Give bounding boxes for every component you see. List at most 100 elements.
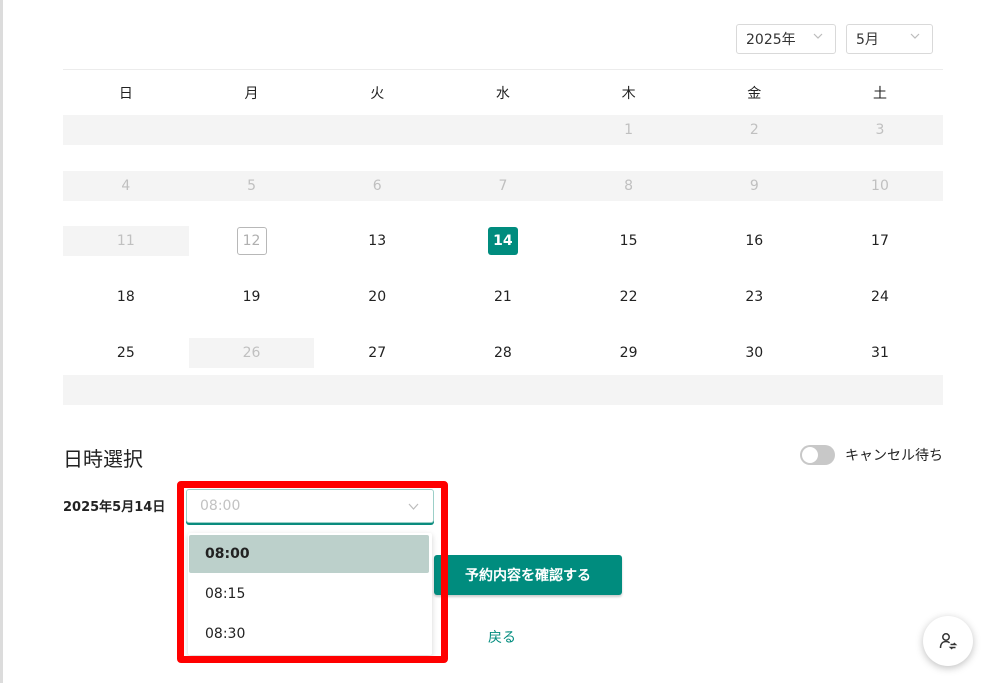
calendar-day[interactable]: 19 bbox=[189, 282, 315, 312]
calendar-day[interactable]: 20 bbox=[314, 282, 440, 312]
calendar-week-row: 25 26 27 28 29 30 31 bbox=[63, 338, 943, 368]
calendar-day-number: 16 bbox=[745, 233, 764, 249]
time-option[interactable]: 08:00 bbox=[189, 535, 429, 573]
calendar-day-number bbox=[488, 116, 518, 144]
calendar-day: 10 bbox=[817, 171, 943, 201]
calendar-day[interactable]: 15 bbox=[566, 226, 692, 256]
calendar-day[interactable]: 17 bbox=[817, 226, 943, 256]
calendar-day-number bbox=[111, 116, 141, 144]
calendar-day[interactable]: 30 bbox=[691, 338, 817, 368]
calendar-week-row: 18 19 20 21 22 23 24 bbox=[63, 282, 943, 312]
calendar-day: 5 bbox=[188, 171, 315, 201]
calendar-day-number: 13 bbox=[368, 233, 387, 249]
calendar-day[interactable]: 29 bbox=[566, 338, 692, 368]
left-edge-border bbox=[0, 0, 3, 683]
weekday-label: 金 bbox=[747, 85, 762, 102]
calendar-day-number: 28 bbox=[493, 345, 512, 361]
calendar-day: 2 bbox=[691, 115, 818, 145]
calendar-day-number: 24 bbox=[871, 289, 889, 305]
month-select-value: 5月 bbox=[856, 32, 879, 48]
calendar-day bbox=[440, 115, 566, 145]
calendar-day[interactable]: 18 bbox=[63, 282, 189, 312]
calendar-day-number: 2 bbox=[749, 122, 759, 138]
selected-date-label: 2025年5月14日 bbox=[63, 500, 166, 515]
calendar-day-number: 1 bbox=[624, 122, 634, 138]
time-option[interactable]: 08:30 bbox=[189, 615, 429, 653]
cancel-wait-control: キャンセル待ち bbox=[800, 445, 943, 465]
calendar-day[interactable]: 28 bbox=[440, 338, 566, 368]
user-switch-button[interactable] bbox=[923, 616, 973, 666]
calendar-day[interactable]: 23 bbox=[691, 282, 817, 312]
back-link[interactable]: 戻る bbox=[488, 627, 516, 647]
time-select[interactable]: 08:00 bbox=[186, 489, 434, 523]
calendar-day-number: 6 bbox=[372, 178, 382, 194]
calendar-day-number: 22 bbox=[619, 289, 638, 305]
cancel-wait-label: キャンセル待ち bbox=[845, 448, 943, 464]
chevron-down-icon bbox=[910, 31, 920, 41]
weekday-label: 火 bbox=[370, 85, 385, 102]
calendar-week-row: 11 12 13 14 15 16 17 bbox=[63, 226, 943, 256]
calendar-weekday-header: 日月火水木金土 bbox=[63, 70, 943, 115]
calendar-day: 1 bbox=[565, 115, 692, 145]
calendar-day[interactable]: 25 bbox=[63, 338, 189, 368]
month-select[interactable]: 5月 bbox=[846, 24, 933, 54]
calendar-day-number: 19 bbox=[242, 289, 261, 305]
weekday-label: 土 bbox=[872, 85, 887, 102]
cancel-wait-toggle[interactable] bbox=[800, 445, 835, 465]
calendar-day-number: 23 bbox=[745, 289, 764, 305]
calendar: 日月火水木金土 1 2 3 4 5 6 7 8 9 10 11 12 13 14 15 16 17 18 19 20 2… bbox=[63, 70, 943, 405]
toggle-knob bbox=[802, 447, 818, 463]
calendar-day[interactable]: 31 bbox=[817, 338, 943, 368]
calendar-day-selected[interactable]: 14 bbox=[440, 226, 566, 256]
calendar-day bbox=[188, 115, 315, 145]
calendar-day-number: 5 bbox=[247, 178, 256, 194]
calendar-day bbox=[63, 115, 189, 145]
calendar-day[interactable]: 24 bbox=[817, 282, 943, 312]
time-option[interactable]: 08:15 bbox=[189, 575, 429, 613]
calendar-day-today[interactable]: 12 bbox=[189, 226, 315, 256]
calendar-day: 4 bbox=[63, 171, 189, 201]
calendar-week-row: 4 5 6 7 8 9 10 bbox=[63, 171, 943, 201]
calendar-day-number: 31 bbox=[871, 345, 889, 361]
section-title: 日時選択 bbox=[63, 447, 143, 471]
calendar-day-number: 9 bbox=[749, 178, 759, 194]
calendar-day-number: 8 bbox=[624, 178, 634, 194]
calendar-day-number: 30 bbox=[745, 345, 764, 361]
calendar-day: 6 bbox=[314, 171, 441, 201]
calendar-day-number: 15 bbox=[619, 233, 638, 249]
weekday-label: 日 bbox=[118, 85, 133, 102]
calendar-empty-row bbox=[63, 375, 943, 405]
calendar-day[interactable]: 27 bbox=[314, 338, 440, 368]
calendar-day[interactable]: 21 bbox=[440, 282, 566, 312]
calendar-day[interactable]: 22 bbox=[566, 282, 692, 312]
calendar-week-row: 1 2 3 bbox=[63, 115, 943, 145]
calendar-day-number: 3 bbox=[875, 122, 885, 138]
calendar-day-number: 25 bbox=[116, 345, 135, 361]
calendar-day: 9 bbox=[691, 171, 818, 201]
calendar-day: 3 bbox=[817, 115, 943, 145]
calendar-day-number bbox=[362, 116, 392, 144]
calendar-day-number: 12 bbox=[236, 227, 267, 255]
year-select[interactable]: 2025年 bbox=[736, 24, 836, 54]
calendar-day-number: 29 bbox=[619, 345, 638, 361]
calendar-day[interactable]: 13 bbox=[314, 226, 440, 256]
weekday-label: 水 bbox=[495, 85, 510, 102]
weekday-label: 木 bbox=[621, 85, 636, 102]
calendar-day-number: 10 bbox=[871, 178, 889, 194]
calendar-day-number: 27 bbox=[368, 345, 387, 361]
calendar-day: 11 bbox=[63, 226, 189, 256]
calendar-day-number: 20 bbox=[368, 289, 387, 305]
chevron-down-icon bbox=[813, 31, 823, 41]
calendar-day-number: 17 bbox=[871, 233, 889, 249]
confirm-reservation-button[interactable]: 予約内容を確認する bbox=[434, 555, 622, 595]
time-dropdown: 08:00 08:15 08:30 bbox=[188, 533, 432, 655]
chevron-down-icon bbox=[408, 501, 419, 512]
calendar-day-number: 18 bbox=[116, 289, 135, 305]
calendar-day[interactable]: 16 bbox=[691, 226, 817, 256]
calendar-day-number: 14 bbox=[487, 227, 518, 255]
user-switch-icon bbox=[938, 631, 958, 651]
calendar-day-number: 11 bbox=[116, 233, 135, 249]
calendar-day-number bbox=[237, 116, 267, 144]
calendar-day: 26 bbox=[188, 338, 315, 368]
weekday-label: 月 bbox=[244, 85, 259, 102]
